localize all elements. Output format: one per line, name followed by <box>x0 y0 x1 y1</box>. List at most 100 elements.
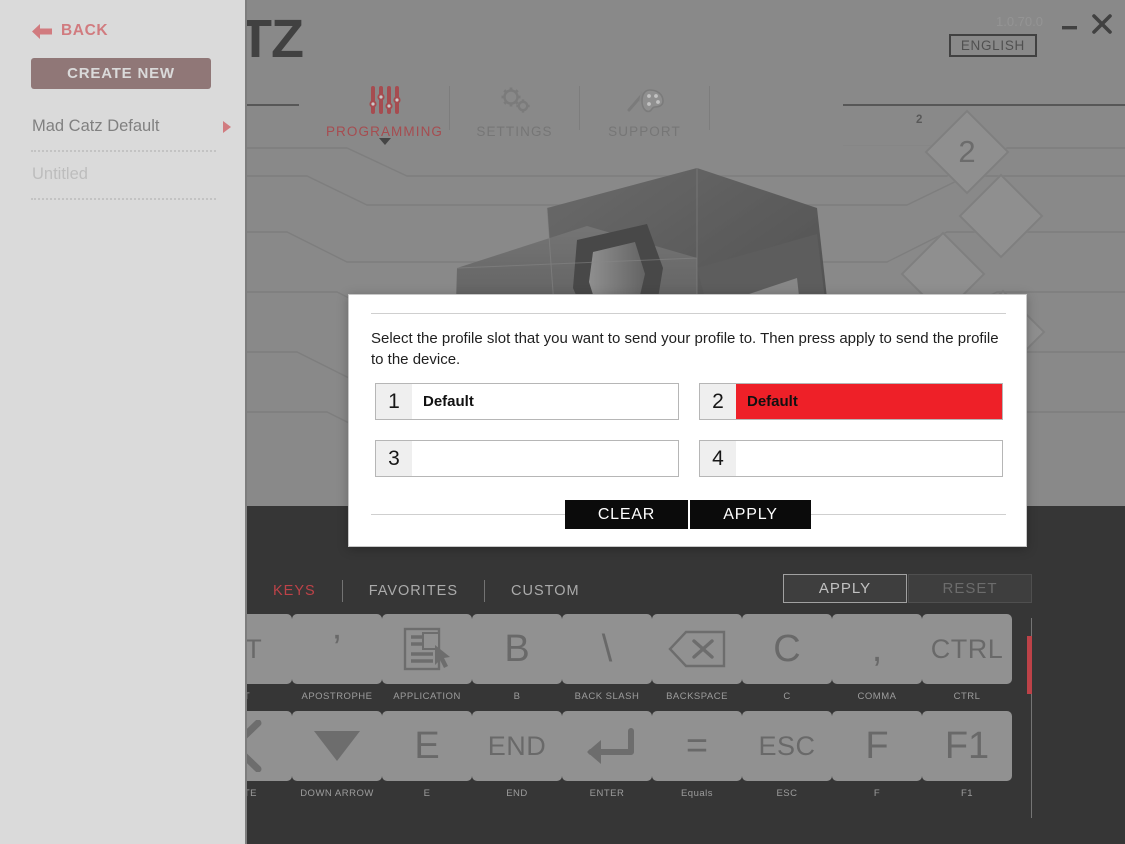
key-cell: = Equals <box>652 711 742 799</box>
key-equals[interactable]: = <box>652 711 742 781</box>
palette-icon <box>626 82 664 118</box>
sliders-icon <box>368 82 402 118</box>
caret-right-icon <box>223 120 231 133</box>
key-grid: LTT’APOSTROPHEAPPLICATIONBB\BACK SLASHBA… <box>247 614 1012 829</box>
key-b[interactable]: B <box>472 614 562 684</box>
key-f[interactable]: F <box>832 711 922 781</box>
header-rule-left <box>247 104 299 106</box>
profile-slot-2[interactable]: 2 Default <box>699 383 1003 420</box>
key-end[interactable]: END <box>472 711 562 781</box>
key-label: ESC <box>776 788 798 799</box>
key-cell: DOWN ARROW <box>292 711 382 799</box>
profile-slot-3-number: 3 <box>376 441 412 476</box>
nav-item-programming-label: PROGRAMMING <box>325 124 444 139</box>
key-down-arrow[interactable] <box>292 711 382 781</box>
language-selector[interactable]: ENGLISH <box>948 34 1037 57</box>
create-new-button[interactable]: CREATE NEW <box>31 58 211 89</box>
key-t[interactable]: LT <box>247 614 292 684</box>
key-c[interactable]: C <box>742 614 832 684</box>
key-label: ENTER <box>589 788 625 799</box>
key-application[interactable] <box>382 614 472 684</box>
dialog-apply-button[interactable]: APPLY <box>688 500 811 529</box>
profile-item-mad-catz-default[interactable]: Mad Catz Default <box>0 104 247 149</box>
key-ete[interactable] <box>247 711 292 781</box>
tab-favorites[interactable]: FAVORITES <box>343 583 484 599</box>
nav-item-support[interactable]: SUPPORT <box>580 82 709 139</box>
profile-slot-2-name: Default <box>736 384 1002 419</box>
key-backspace[interactable] <box>652 614 742 684</box>
key-cell: ’ APOSTROPHE <box>292 614 382 702</box>
key-label: E <box>423 788 431 799</box>
back-button[interactable]: BACK <box>32 22 108 40</box>
profile-slot-4-name <box>736 441 1002 476</box>
key-label: DOWN ARROW <box>300 788 374 799</box>
profile-slot-3-name <box>412 441 678 476</box>
profile-slot-1-name: Default <box>423 393 474 410</box>
key-cell: CTRL CTRL <box>922 614 1012 702</box>
nav-item-settings[interactable]: SETTINGS <box>450 82 579 139</box>
callout-number-2-small: 2 <box>916 114 923 126</box>
key-esc[interactable]: ESC <box>742 711 832 781</box>
callout-diamond-2-label: 2 <box>958 134 976 169</box>
key-label: ETE <box>247 788 257 799</box>
key-label: F <box>873 788 881 799</box>
close-icon[interactable] <box>1089 8 1115 36</box>
profile-item-label: Untitled <box>32 165 88 183</box>
backspace-icon <box>668 630 726 668</box>
profile-item-untitled[interactable]: Untitled <box>0 152 247 197</box>
down-arrow-icon <box>314 731 360 761</box>
gears-icon <box>498 82 532 118</box>
nav-divider-3 <box>709 86 710 130</box>
dialog-actions: CLEAR APPLY <box>565 500 811 529</box>
profile-item-label: Mad Catz Default <box>32 117 160 135</box>
key-cell: APPLICATION <box>382 614 472 702</box>
key-cell: CC <box>742 614 832 702</box>
profile-slot-3[interactable]: 3 <box>375 440 679 477</box>
send-profile-dialog: Select the profile slot that you want to… <box>348 294 1027 547</box>
reset-button[interactable]: RESET <box>908 574 1032 603</box>
tab-keys[interactable]: KEYS <box>247 583 342 599</box>
back-button-label: BACK <box>61 22 109 39</box>
key-label: END <box>506 788 528 799</box>
enter-icon <box>587 728 634 764</box>
key-comma[interactable]: , <box>832 614 922 684</box>
key-f1[interactable]: F1 <box>922 711 1012 781</box>
nav-item-programming[interactable]: PROGRAMMING <box>320 82 449 145</box>
keys-tab-bar: KEYS FAVORITES CUSTOM <box>247 578 606 604</box>
apply-button[interactable]: APPLY <box>783 574 907 603</box>
key-label: T <box>247 691 292 702</box>
key-label: BACK SLASH <box>574 691 640 702</box>
key-label: COMMA <box>857 691 897 702</box>
profile-slot-1[interactable]: 1 Default <box>375 383 679 420</box>
key-enter[interactable] <box>562 711 652 781</box>
profile-sidebar: BACK CREATE NEW Mad Catz Default Untitle… <box>0 0 247 844</box>
profile-list: Mad Catz Default Untitled <box>0 104 247 200</box>
header-rule-right <box>843 104 1125 106</box>
profile-slot-2-number: 2 <box>700 384 736 419</box>
dialog-clear-button[interactable]: CLEAR <box>565 500 688 529</box>
key-back-slash[interactable]: \ <box>562 614 652 684</box>
key-e[interactable]: E <box>382 711 472 781</box>
nav-item-support-label: SUPPORT <box>608 124 681 139</box>
key-apostrophe[interactable]: ’ <box>292 614 382 684</box>
key-ctrl[interactable]: CTRL <box>922 614 1012 684</box>
key-cell: FF <box>832 711 922 799</box>
arrow-left-icon <box>32 23 52 40</box>
nav-item-settings-label: SETTINGS <box>476 124 553 139</box>
key-cell: BACKSPACE <box>652 614 742 702</box>
key-cell: \ BACK SLASH <box>562 614 652 702</box>
minimize-icon[interactable] <box>1060 14 1080 36</box>
key-label: B <box>513 691 521 702</box>
key-cell: LT T <box>247 614 292 702</box>
key-label: C <box>783 691 791 702</box>
key-label: F1 <box>960 788 974 799</box>
key-cell: F1 F1 <box>922 711 1012 799</box>
key-cell: END END <box>472 711 562 799</box>
keys-scrollbar-thumb[interactable] <box>1027 636 1032 694</box>
profile-divider-2 <box>31 197 216 200</box>
profile-slot-grid: 1 Default 2 Default 3 4 <box>375 383 1003 477</box>
left-arrow-icon <box>247 720 262 772</box>
dialog-message: Select the profile slot that you want to… <box>371 330 999 368</box>
profile-slot-4[interactable]: 4 <box>699 440 1003 477</box>
tab-custom[interactable]: CUSTOM <box>485 583 606 599</box>
